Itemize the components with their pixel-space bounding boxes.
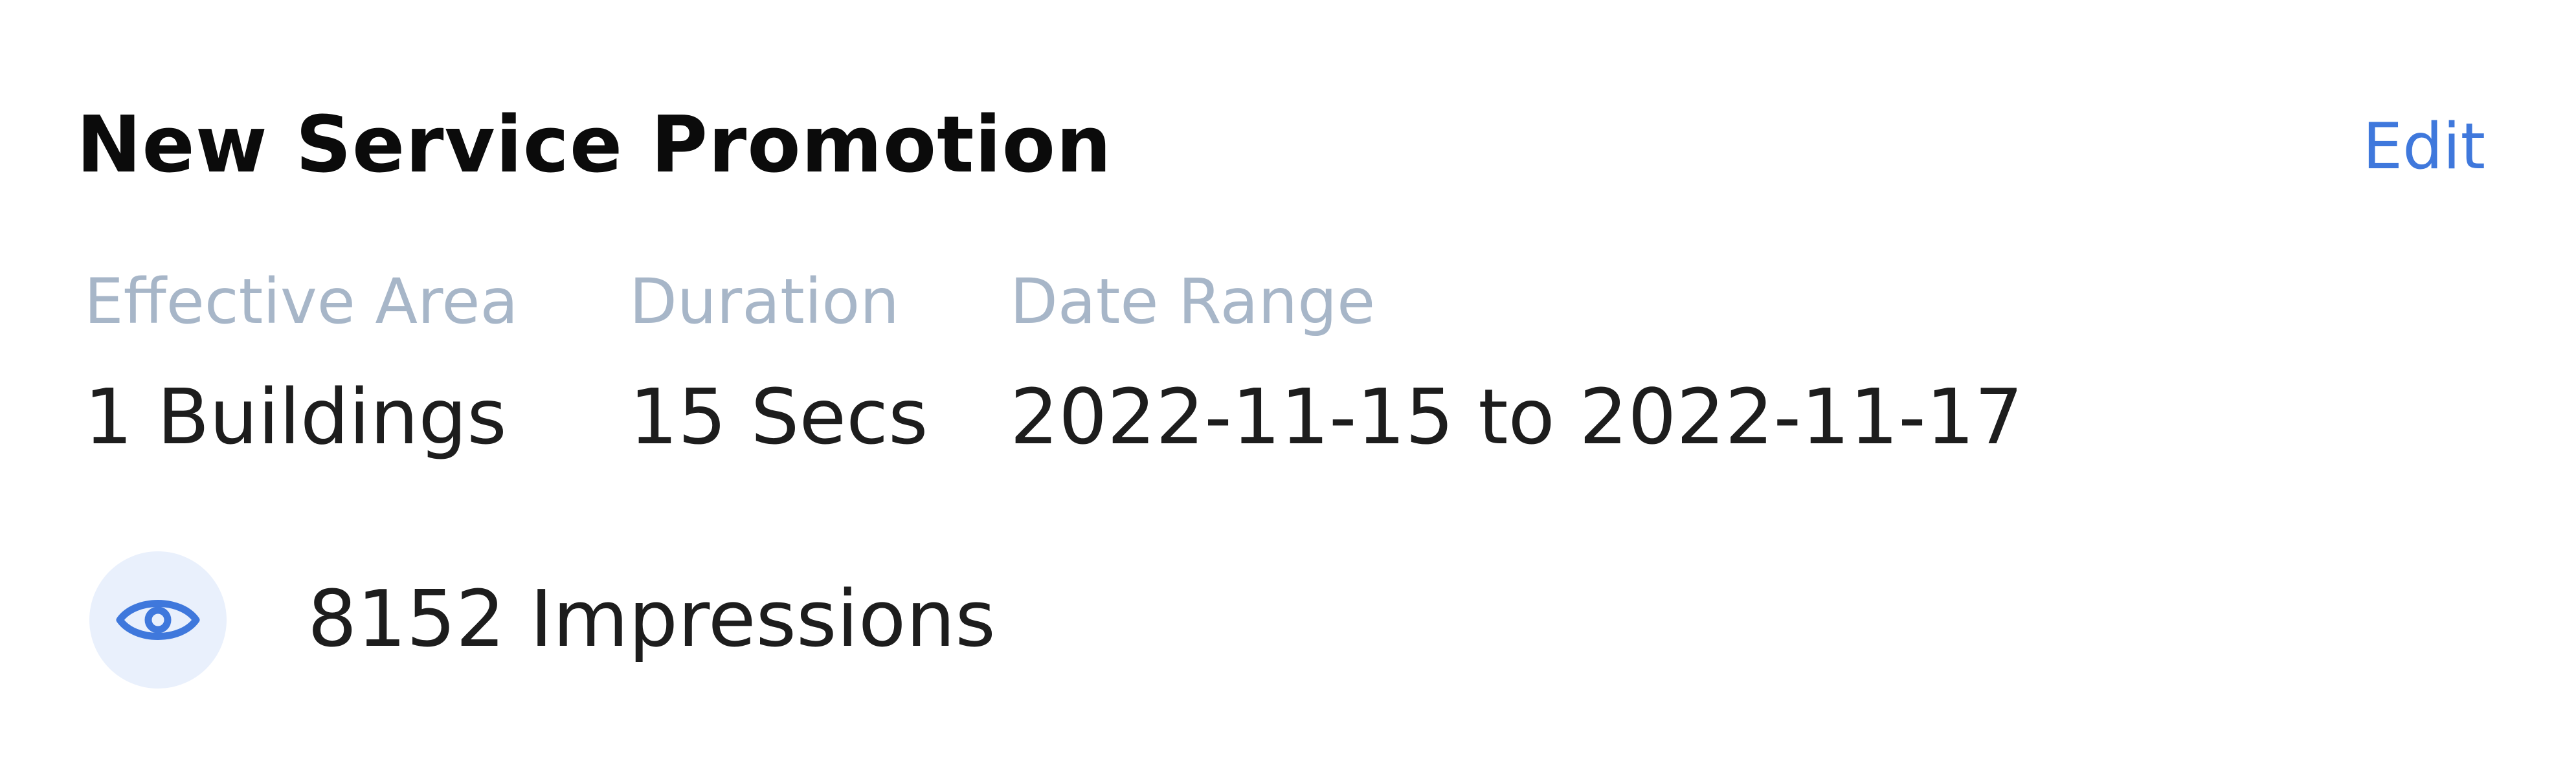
duration-value: 15 Secs	[629, 372, 928, 461]
promotion-card: New Service Promotion Edit Effective Are…	[0, 0, 2576, 761]
eye-icon	[116, 600, 200, 640]
edit-link[interactable]: Edit	[2362, 115, 2485, 179]
effective-area-value: 1 Buildings	[84, 372, 507, 461]
eye-icon-badge	[89, 551, 227, 689]
promotion-title: New Service Promotion	[76, 100, 1112, 190]
date-range-label: Date Range	[1010, 265, 1376, 338]
impressions-count: 8152 Impressions	[308, 575, 996, 665]
date-range-value: 2022-11-15 to 2022-11-17	[1010, 372, 2023, 461]
duration-label: Duration	[629, 265, 899, 338]
effective-area-label: Effective Area	[84, 265, 519, 338]
impressions-row: 8152 Impressions	[89, 551, 996, 689]
